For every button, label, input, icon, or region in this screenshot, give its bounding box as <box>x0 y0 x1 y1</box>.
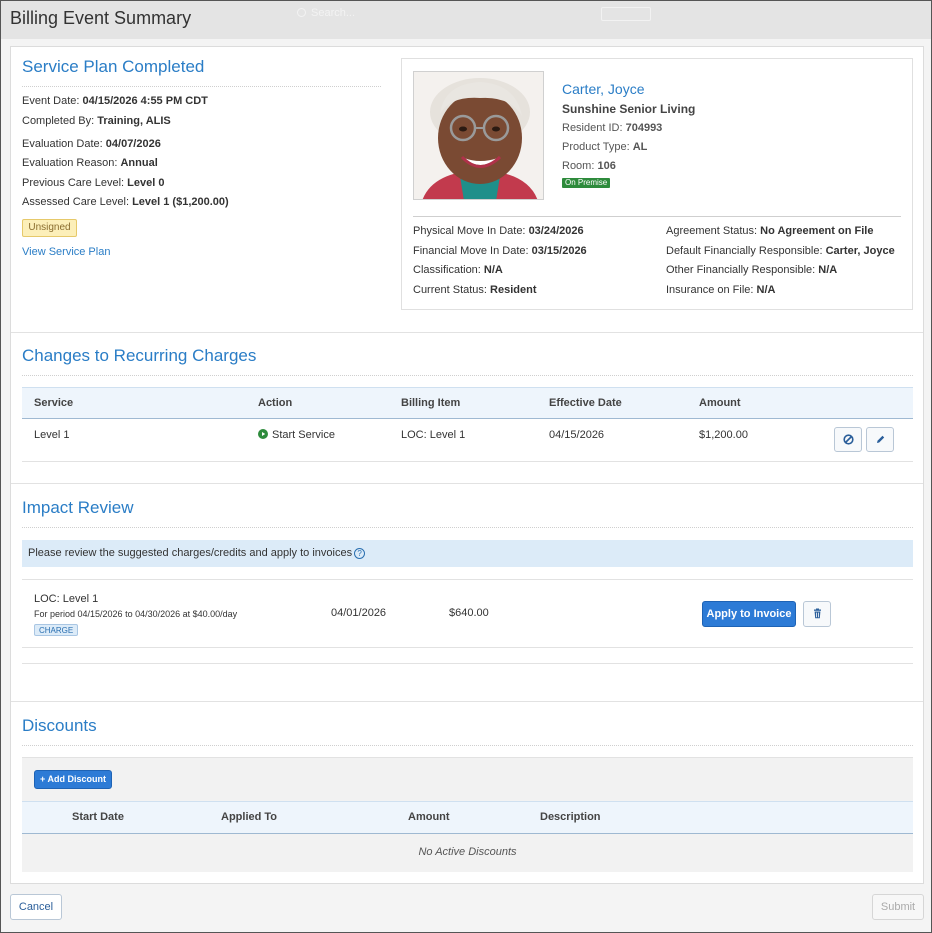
impact-item-amount: $640.00 <box>449 607 489 619</box>
delete-charge-button[interactable] <box>803 601 831 627</box>
add-discount-button[interactable]: + Add Discount <box>34 770 112 789</box>
col-start-date: Start Date <box>72 811 124 823</box>
discounts-table-header: Start Date Applied To Amount Description <box>22 801 913 834</box>
search-icon <box>297 8 306 17</box>
classification: Classification: N/A <box>413 264 503 276</box>
cancel-button[interactable]: Cancel <box>10 894 62 920</box>
impact-item-name: LOC: Level 1 <box>34 593 99 605</box>
recurring-title-rule <box>22 375 913 376</box>
impact-info-text: Please review the suggested charges/cred… <box>28 547 353 559</box>
resident-photo <box>413 71 544 200</box>
recurring-title: Changes to Recurring Charges <box>22 346 257 365</box>
discounts-title: Discounts <box>22 716 97 735</box>
row-effective-date: 04/15/2026 <box>549 429 605 441</box>
col-description: Description <box>540 811 601 823</box>
cancel-service-button[interactable] <box>834 427 862 452</box>
search-placeholder: Search... <box>311 7 356 19</box>
section-divider <box>11 332 923 333</box>
discounts-panel: + Add Discount Start Date Applied To Amo… <box>22 757 913 872</box>
physical-move-in: Physical Move In Date: 03/24/2026 <box>413 225 584 237</box>
pencil-icon <box>877 435 885 443</box>
apply-to-invoice-button[interactable]: Apply to Invoice <box>702 601 796 627</box>
previous-care-level: Previous Care Level: Level 0 <box>22 177 165 189</box>
charge-tag: CHARGE <box>34 624 79 636</box>
default-financially-responsible: Default Financially Responsible: Carter,… <box>666 245 895 257</box>
facility-name: Sunshine Senior Living <box>562 102 696 116</box>
discounts-title-rule <box>22 745 913 746</box>
play-circle-icon <box>258 429 268 439</box>
row-service: Level 1 <box>34 429 70 441</box>
ban-icon <box>843 434 854 445</box>
product-type: Product Type: AL <box>562 141 648 153</box>
title-bar: Billing Event Summary Search... <box>1 1 931 39</box>
current-status: Current Status: Resident <box>413 284 537 296</box>
resident-panel: Carter, Joyce Sunshine Senior Living Res… <box>401 58 913 310</box>
col-applied-to: Applied To <box>221 811 278 823</box>
resident-name-link[interactable]: Carter, Joyce <box>562 81 644 97</box>
impact-item-date: 04/01/2026 <box>331 607 387 619</box>
section-divider <box>11 701 923 702</box>
window-title: Billing Event Summary <box>10 8 192 28</box>
impact-info-bar: Please review the suggested charges/cred… <box>22 540 913 567</box>
row-action: Start Service <box>258 429 335 441</box>
row-amount: $1,200.00 <box>699 429 748 441</box>
impact-title: Impact Review <box>22 498 134 517</box>
assessed-care-level: Assessed Care Level: Level 1 ($1,200.00) <box>22 196 229 208</box>
insurance-on-file: Insurance on File: N/A <box>666 284 776 296</box>
resident-divider <box>413 216 901 217</box>
col-service: Service <box>34 397 74 409</box>
plus-icon: + <box>40 774 46 784</box>
search-box[interactable]: Search... <box>297 7 637 23</box>
event-title-rule <box>22 86 381 87</box>
help-icon[interactable]: ? <box>354 548 366 559</box>
col-amount: Amount <box>699 397 741 409</box>
agreement-status: Agreement Status: No Agreement on File <box>666 225 874 237</box>
section-divider <box>11 483 923 484</box>
impact-title-rule <box>22 527 913 528</box>
no-discounts-message: No Active Discounts <box>418 846 517 858</box>
resident-id: Resident ID: 704993 <box>562 122 663 134</box>
financial-move-in: Financial Move In Date: 03/15/2026 <box>413 245 587 257</box>
billing-event-window: Billing Event Summary Search... Service … <box>0 0 932 933</box>
other-financially-responsible: Other Financially Responsible: N/A <box>666 264 838 276</box>
impact-item: LOC: Level 1 For period 04/15/2026 to 04… <box>22 579 913 648</box>
impact-bottom-rule <box>22 663 913 664</box>
trash-icon <box>814 608 821 619</box>
event-title: Service Plan Completed <box>22 57 205 76</box>
on-premise-badge: On Premise <box>562 178 611 188</box>
unsigned-badge: Unsigned <box>22 219 77 237</box>
view-service-plan-link[interactable]: View Service Plan <box>22 246 110 258</box>
col-action: Action <box>258 397 293 409</box>
room: Room: 106 <box>562 160 616 172</box>
col-effective-date: Effective Date <box>549 397 622 409</box>
completed-by: Completed By: Training, ALIS <box>22 115 171 127</box>
impact-item-period: For period 04/15/2026 to 04/30/2026 at $… <box>34 609 238 619</box>
col-billing-item: Billing Item <box>401 397 461 409</box>
header-control[interactable] <box>601 7 651 21</box>
col-amount: Amount <box>408 811 450 823</box>
recurring-table-header: Service Action Billing Item Effective Da… <box>22 387 913 419</box>
event-date: Event Date: 04/15/2026 4:55 PM CDT <box>22 95 208 107</box>
evaluation-reason: Evaluation Reason: Annual <box>22 157 158 169</box>
submit-button[interactable]: Submit <box>872 894 924 920</box>
edit-service-button[interactable] <box>866 427 894 452</box>
row-billing-item: LOC: Level 1 <box>401 429 466 441</box>
table-row: Level 1 Start Service LOC: Level 1 04/15… <box>22 420 913 462</box>
summary-card: Service Plan Completed Event Date: 04/15… <box>10 46 924 884</box>
evaluation-date: Evaluation Date: 04/07/2026 <box>22 138 161 150</box>
